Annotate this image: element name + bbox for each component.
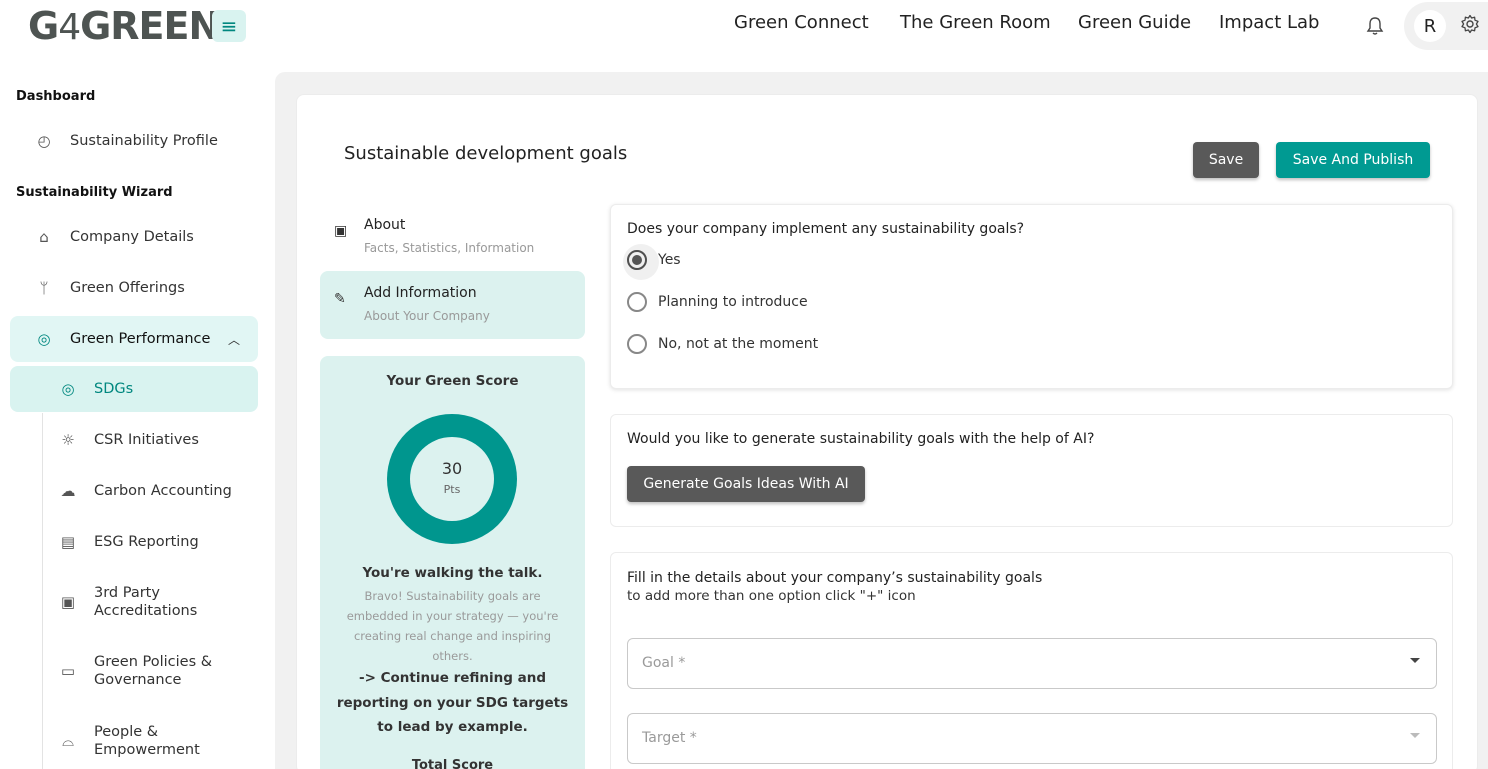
radio-option-planning[interactable]: Planning to introduce <box>627 290 808 314</box>
score-total-label: Total Score <box>411 758 494 769</box>
radio-option-yes[interactable]: Yes <box>623 244 681 280</box>
step-subtitle: Facts, Statistics, Information <box>364 241 535 255</box>
sidebar-item-label: Green Performance <box>70 331 211 347</box>
hamburger-icon: ≡ <box>220 14 238 38</box>
nav-green-connect[interactable]: Green Connect <box>734 12 869 33</box>
sidebar-item-label: Green Policies & Governance <box>94 654 213 688</box>
sidebar-subitem-people-empowerment[interactable]: ⌓ People & Empowerment <box>10 718 258 764</box>
sidebar-section-wizard: Sustainability Wizard <box>16 185 173 200</box>
caret-down-icon <box>1410 733 1420 738</box>
sidebar-subitem-sdgs[interactable]: ◎ SDGs <box>10 366 258 412</box>
radio-button[interactable] <box>623 244 659 280</box>
page-title: Sustainable development goals <box>344 143 628 164</box>
caret-down-icon <box>1410 658 1420 663</box>
details-title: Fill in the details about your company’s… <box>627 570 1043 586</box>
radio-button[interactable] <box>627 334 647 354</box>
logo-text-green: GREEN <box>80 4 220 48</box>
sidebar-item-label: CSR Initiatives <box>94 432 199 448</box>
step-subtitle: About Your Company <box>364 309 490 323</box>
sidebar-item-label: 3rd Party Accreditations <box>94 585 198 619</box>
sidebar-item-green-performance[interactable]: ◎ Green Performance ︿ <box>10 316 258 362</box>
sidebar-subitem-green-policies[interactable]: ▭ Green Policies & Governance <box>10 648 258 694</box>
sidebar-item-green-offerings[interactable]: ᛘ Green Offerings <box>10 265 258 311</box>
gauge-icon: ◴ <box>37 132 51 150</box>
menu-toggle-button[interactable]: ≡ <box>212 10 246 42</box>
sidebar-item-label: ESG Reporting <box>94 534 199 550</box>
step-add-information[interactable]: ✎ Add Information About Your Company <box>320 271 585 339</box>
sidebar-item-company-details[interactable]: ⌂ Company Details <box>10 214 258 260</box>
radio-label: Planning to introduce <box>658 294 808 310</box>
radio-button[interactable] <box>627 292 647 312</box>
sidebar-item-label: Company Details <box>70 229 194 245</box>
sidebar-item-sustainability-profile[interactable]: ◴ Sustainability Profile <box>10 118 258 164</box>
g4green-logo[interactable]: G4GREEN <box>28 4 220 48</box>
bell-icon[interactable] <box>1366 16 1384 40</box>
radio-label: Yes <box>658 252 681 268</box>
radio-focus-ring <box>623 244 659 280</box>
step-title: Add Information <box>364 285 477 301</box>
nav-green-guide[interactable]: Green Guide <box>1078 12 1191 33</box>
graduation-cap-icon: ⌓ <box>62 732 74 750</box>
document-icon: ▭ <box>60 662 76 680</box>
sidebar-item-label: Green Offerings <box>70 280 185 296</box>
avatar[interactable]: R <box>1414 10 1446 42</box>
building-icon: ⌂ <box>39 228 49 246</box>
generate-goals-ai-button[interactable]: Generate Goals Ideas With AI <box>627 466 865 502</box>
target-icon: ◎ <box>37 330 51 348</box>
step-title: About <box>364 217 406 233</box>
sidebar-subitem-esg-reporting[interactable]: ▤ ESG Reporting <box>10 519 258 565</box>
target-select[interactable]: Target * <box>627 713 1437 764</box>
score-body: Bravo! Sustainability goals are embedded… <box>346 589 559 663</box>
clipboard-icon: ▤ <box>60 533 76 551</box>
cloud-icon: ☁ <box>60 482 76 500</box>
nav-impact-lab[interactable]: Impact Lab <box>1219 12 1319 33</box>
sidebar-section-dashboard: Dashboard <box>16 89 96 104</box>
score-cta: -> Continue refining and reporting on yo… <box>336 670 569 735</box>
sidebar-item-label: SDGs <box>94 381 134 397</box>
pencil-icon: ✎ <box>334 291 346 307</box>
score-unit: Pts <box>443 483 461 496</box>
score-headline: You're walking the talk. <box>362 565 543 581</box>
sidebar-subitem-accreditations[interactable]: ▣ 3rd Party Accreditations <box>10 579 258 625</box>
score-value: 30 <box>441 459 463 478</box>
question-card-details: Fill in the details about your company’s… <box>610 552 1453 769</box>
radio-option-no[interactable]: No, not at the moment <box>627 332 818 356</box>
certificate-icon: ▣ <box>334 223 348 239</box>
top-header: G4GREEN ≡ Green Connect The Green Room G… <box>0 0 1488 60</box>
step-about[interactable]: ▣ About Facts, Statistics, Information <box>320 203 585 271</box>
save-button[interactable]: Save <box>1193 142 1259 178</box>
goal-placeholder: Goal * <box>642 655 686 671</box>
score-donut-center: 30 Pts <box>410 437 494 521</box>
question-card-ai: Would you like to generate sustainabilit… <box>610 414 1453 527</box>
details-subtitle: to add more than one option click "+" ic… <box>627 588 916 604</box>
goal-select[interactable]: Goal * <box>627 638 1437 689</box>
sprout-icon: ᛘ <box>39 279 49 297</box>
target-icon: ◎ <box>61 380 75 398</box>
score-title: Your Green Score <box>386 373 519 389</box>
logo-text-g: G <box>28 4 59 48</box>
sidebar-subitem-carbon-accounting[interactable]: ☁ Carbon Accounting <box>10 468 258 514</box>
question-ai: Would you like to generate sustainabilit… <box>627 431 1095 447</box>
chevron-up-icon: ︿ <box>227 332 240 347</box>
lightbulb-icon: ☼ <box>61 431 75 449</box>
nav-green-room[interactable]: The Green Room <box>900 12 1051 33</box>
target-placeholder: Target * <box>642 730 697 746</box>
save-and-publish-button[interactable]: Save And Publish <box>1276 142 1430 178</box>
green-score-panel: Your Green Score 30 Pts You're walking t… <box>320 356 585 769</box>
logo-text-four: 4 <box>58 7 81 48</box>
score-donut: 30 Pts <box>387 414 517 544</box>
question-goals: Does your company implement any sustaina… <box>627 221 1025 237</box>
sidebar-item-label: Sustainability Profile <box>70 133 218 149</box>
sidebar-subitem-csr-initiatives[interactable]: ☼ CSR Initiatives <box>10 417 258 463</box>
gear-icon[interactable] <box>1460 14 1480 39</box>
sidebar-item-label: People & Empowerment <box>94 724 200 758</box>
sidebar-item-label: Carbon Accounting <box>94 483 232 499</box>
radio-label: No, not at the moment <box>658 336 819 352</box>
question-card-goals: Does your company implement any sustaina… <box>610 204 1453 389</box>
certificate-icon: ▣ <box>60 593 76 611</box>
